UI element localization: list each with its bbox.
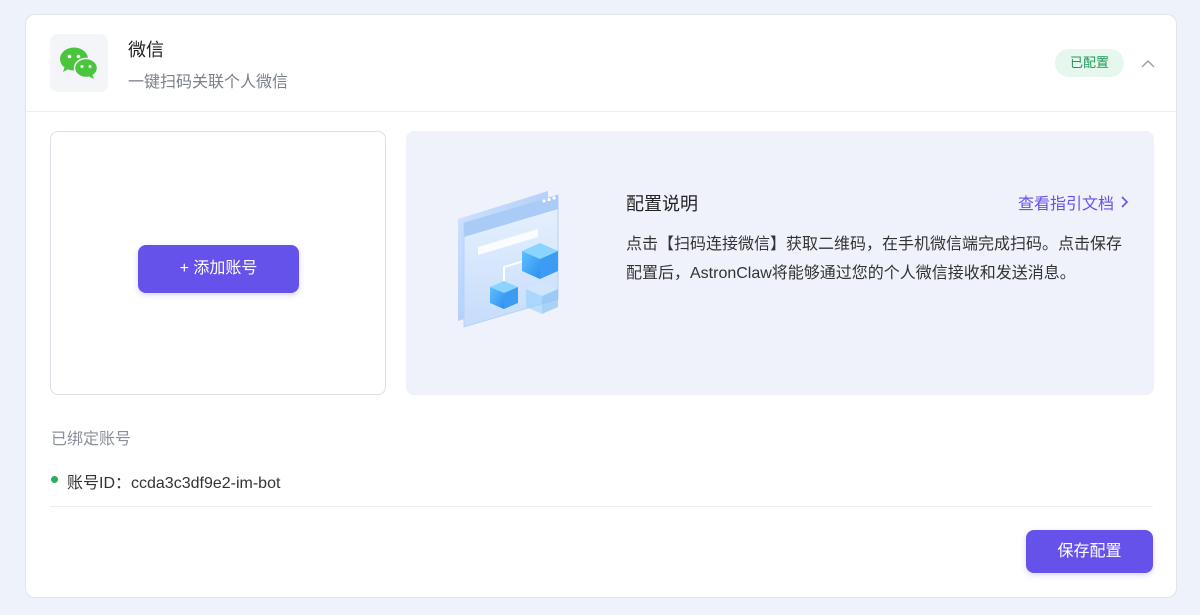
add-account-button[interactable]: + 添加账号	[138, 245, 299, 293]
card-header[interactable]: 微信 一键扫码关联个人微信 已配置	[26, 15, 1176, 112]
account-id-label: 账号ID：ccda3c3df9e2-im-bot	[67, 475, 281, 492]
bound-accounts-title: 已绑定账号	[51, 431, 132, 448]
save-config-button[interactable]: 保存配置	[1026, 530, 1153, 573]
app-subtitle: 一键扫码关联个人微信	[128, 74, 289, 91]
status-badge: 已配置	[1054, 49, 1124, 77]
config-info-panel: 配置说明 查看指引文档 点击【扫码连接微信】获取二维码，在手机微信端完成扫码。点…	[406, 131, 1154, 395]
collapse-button[interactable]	[1138, 53, 1158, 73]
app-title: 微信	[128, 40, 164, 60]
chevron-right-icon	[1121, 196, 1128, 208]
config-illustration-icon	[458, 191, 559, 328]
chevron-up-icon	[1141, 59, 1155, 68]
guide-doc-link[interactable]: 查看指引文档	[1018, 190, 1128, 214]
app-icon-container	[50, 34, 108, 92]
info-title: 配置说明	[626, 194, 698, 214]
online-status-dot	[51, 476, 58, 483]
wechat-icon	[60, 47, 99, 79]
guide-link-label: 查看指引文档	[1017, 196, 1114, 213]
list-item: 账号ID：ccda3c3df9e2-im-bot	[50, 457, 1153, 507]
add-account-panel: + 添加账号	[50, 131, 386, 395]
info-description: 点击【扫码连接微信】获取二维码，在手机微信端完成扫码。点击保存配置后，Astro…	[626, 236, 1123, 282]
wechat-config-card: 微信 一键扫码关联个人微信 已配置 + 添加账号 配置说明 查看指引文档 点击【…	[25, 14, 1177, 598]
